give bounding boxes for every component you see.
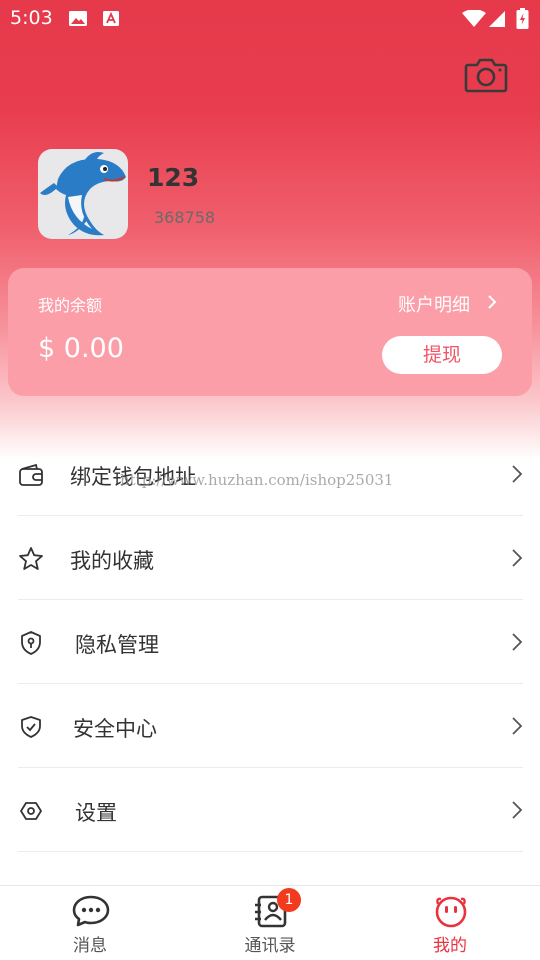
tab-label: 通讯录: [244, 936, 296, 956]
gallery-notification-icon: [69, 11, 87, 26]
star-icon: [19, 547, 43, 570]
watermark: http://www.huzhan.com/ishop25031: [120, 471, 394, 489]
security-shield-icon: [21, 716, 41, 738]
chevron-right-icon[interactable]: [486, 293, 498, 311]
camera-button[interactable]: [464, 56, 508, 94]
menu-item-label: 设置: [75, 801, 117, 825]
user-id: 368758: [154, 208, 216, 227]
status-bar: 5:03: [0, 0, 540, 36]
settings-icon: [20, 802, 42, 820]
wallet-icon: [19, 463, 43, 486]
battery-icon: [516, 8, 529, 29]
balance-card: 我的余额 账户明细 $ 0.00 提现: [8, 268, 532, 396]
status-time: 5:03: [10, 7, 53, 29]
tab-messages[interactable]: 消息: [30, 886, 150, 960]
menu-item-security[interactable]: 安全中心: [18, 684, 523, 768]
withdraw-button[interactable]: 提现: [382, 336, 502, 374]
chevron-right-icon: [512, 549, 523, 567]
balance-label: 我的余额: [38, 296, 103, 315]
chevron-right-icon: [512, 717, 523, 735]
menu-item-label: 安全中心: [73, 717, 157, 741]
menu-item-label: 我的收藏: [70, 549, 154, 573]
contacts-badge: 1: [277, 888, 301, 912]
dolphin-avatar-image: [40, 152, 126, 236]
cellular-signal-icon: [489, 11, 505, 27]
app-notification-icon: [103, 11, 119, 26]
menu-item-favorites[interactable]: 我的收藏: [18, 516, 523, 600]
chevron-right-icon: [512, 633, 523, 651]
privacy-shield-icon: [21, 631, 41, 655]
avatar[interactable]: [38, 149, 128, 239]
menu-item-settings[interactable]: 设置: [18, 768, 523, 852]
chat-bubble-icon: [72, 895, 110, 927]
username: 123: [147, 163, 200, 192]
tab-contacts[interactable]: 1 通讯录: [210, 886, 330, 960]
account-detail-link[interactable]: 账户明细: [398, 291, 470, 317]
menu-item-label: 隐私管理: [75, 633, 159, 657]
chevron-right-icon: [512, 465, 523, 483]
face-icon: [435, 896, 467, 928]
menu-item-privacy[interactable]: 隐私管理: [18, 600, 523, 684]
wifi-icon: [462, 10, 486, 27]
balance-amount: $ 0.00: [38, 333, 124, 364]
tab-me[interactable]: 我的: [390, 886, 510, 960]
chevron-right-icon: [512, 801, 523, 819]
tab-label: 消息: [73, 936, 107, 956]
bottom-tab-bar: 消息 1 通讯录 我的: [0, 885, 540, 960]
tab-label: 我的: [433, 936, 467, 956]
camera-icon: [464, 58, 508, 93]
